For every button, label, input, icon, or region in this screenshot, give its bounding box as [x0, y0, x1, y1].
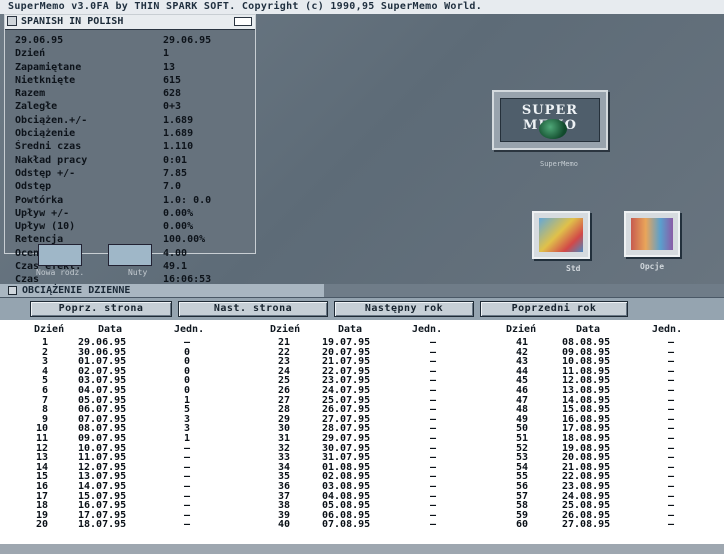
stat-row: Zaległe 0+3 [15, 100, 255, 113]
supermemo-logo: SUPER MEMO [492, 90, 608, 150]
prev-year-button[interactable]: Poprzedni rok [480, 301, 628, 317]
stat-value: 1.689 [163, 114, 194, 126]
header-day: Dzień [506, 324, 537, 335]
next-year-button[interactable]: Następny rok [334, 301, 474, 317]
stat-label: Nietknięte [15, 74, 76, 86]
stat-row: Razem 628 [15, 87, 255, 100]
stat-value: 100.00% [163, 234, 206, 246]
load-column: 21 19.07.95—22 20.07.95—23 21.07.95—24 22.07… [240, 338, 480, 530]
date-cell: 07.08.95 [322, 519, 371, 531]
stat-label: Powtórka [15, 194, 64, 206]
stat-label: Obciążen.+/- [15, 114, 88, 126]
stat-value: 0+3 [163, 101, 182, 113]
notes-label: Nuty [128, 268, 148, 277]
header-date: Data [338, 324, 363, 335]
stat-row: Nakład pracy 0:01 [15, 154, 255, 167]
load-row: 40 07.08.95 — [240, 520, 480, 530]
next-page-button[interactable]: Nast. strona [178, 301, 328, 317]
load-row: 60 27.08.95 — [478, 520, 718, 530]
stat-value: 4.00 [163, 247, 188, 259]
depth-gadget-icon[interactable] [234, 17, 252, 26]
stat-value: 7.0 [163, 181, 182, 193]
stat-value: 49.1 [163, 261, 188, 273]
std-label: Std [566, 264, 581, 273]
header-date: Data [576, 324, 601, 335]
options-icon[interactable] [624, 211, 680, 257]
stat-label: Obciążenie [15, 128, 76, 140]
stats-window: SPANISH IN POLISH 29.06.95 29.06.95 Dzień 1… [4, 14, 256, 285]
stat-row: 29.06.95 29.06.95 [15, 34, 255, 47]
date-cell: 18.07.95 [78, 519, 127, 531]
stat-label: Upływ +/- [15, 207, 70, 219]
stat-row: Upływ (10) 0.00% [15, 220, 255, 233]
stat-label: 29.06.95 [15, 35, 64, 46]
std-icon[interactable] [532, 211, 590, 259]
stat-row: Upływ +/- 0.00% [15, 207, 255, 220]
header-day: Dzień [34, 324, 65, 335]
units-cell: — [183, 519, 191, 531]
stat-row: Zapamiętane 13 [15, 61, 255, 74]
stat-label: Średni czas [15, 141, 82, 153]
day-number: 20 [35, 519, 48, 531]
daily-load-window: OBCIĄŻENIE DZIENNE Poprz. strona Nast. s… [0, 284, 724, 544]
stat-label: Nakład pracy [15, 154, 88, 166]
stat-label: Zaległe [15, 101, 58, 113]
stat-value: 7.85 [163, 167, 188, 179]
screen-title-bar[interactable]: SuperMemo v3.0FA by THIN SPARK SOFT. Cop… [0, 0, 724, 14]
stat-value: 1 [163, 48, 170, 60]
stat-value: 13 [163, 61, 176, 73]
button-bar: Poprz. strona Nast. strona Następny rok … [0, 298, 724, 320]
stat-label: Razem [15, 88, 46, 100]
close-gadget-icon[interactable] [7, 16, 17, 26]
stats-title-bar[interactable]: SPANISH IN POLISH [5, 15, 255, 30]
load-column: 41 08.08.95—42 09.08.95—43 10.08.95—44 11.08… [478, 338, 718, 530]
logo-caption: SuperMemo [540, 160, 578, 168]
stat-label: Upływ (10) [15, 221, 76, 233]
status-bar [0, 544, 724, 554]
stat-value: 628 [163, 88, 182, 100]
load-row: 20 18.07.95 — [0, 520, 240, 530]
header-day: Dzień [270, 324, 301, 335]
stat-value: 29.06.95 [163, 35, 212, 46]
stat-row: Średni czas 1.110 [15, 140, 255, 153]
header-units: Jedn. [174, 324, 205, 335]
stat-value: 1.689 [163, 128, 194, 140]
header-units: Jedn. [412, 324, 443, 335]
stat-row: Odstęp +/- 7.85 [15, 167, 255, 180]
stats-window-title: SPANISH IN POLISH [21, 16, 124, 27]
new-category-label: Nowa rodz. [36, 268, 85, 277]
stat-row: Powtórka 1.0: 0.0 [15, 194, 255, 207]
prev-page-button[interactable]: Poprz. strona [30, 301, 172, 317]
stat-value: 1.110 [163, 141, 194, 153]
notes-icon[interactable] [108, 244, 152, 266]
units-cell: — [667, 519, 675, 531]
stat-value: 0:01 [163, 154, 188, 166]
daily-load-title-bar[interactable]: OBCIĄŻENIE DZIENNE [0, 284, 724, 298]
stat-row: Odstęp 7.0 [15, 180, 255, 193]
load-column: 1 29.06.95—2 30.06.95 0 3 01.07.95 0 4 02.07.95 0… [0, 338, 240, 530]
stat-value: 1.0: 0.0 [163, 194, 212, 206]
stat-value: 615 [163, 74, 182, 86]
globe-icon [539, 119, 567, 139]
stat-value: 0.00% [163, 221, 194, 233]
close-gadget-icon[interactable] [8, 286, 17, 295]
stat-value: 0.00% [163, 207, 194, 219]
date-cell: 27.08.95 [562, 519, 611, 531]
daily-load-title: OBCIĄŻENIE DZIENNE [22, 285, 131, 296]
options-label: Opcje [640, 262, 665, 271]
stat-label: Dzień [15, 48, 46, 60]
header-date: Data [98, 324, 123, 335]
stat-label: Odstęp +/- [15, 167, 76, 179]
stat-label: Zapamiętane [15, 61, 82, 73]
units-cell: — [429, 519, 437, 531]
day-number: 40 [277, 519, 290, 531]
stat-label: Odstęp [15, 181, 52, 193]
stat-row: Obciążenie 1.689 [15, 127, 255, 140]
stat-row: Obciążen.+/- 1.689 [15, 114, 255, 127]
stat-row: Nietknięte 615 [15, 74, 255, 87]
new-category-icon[interactable] [38, 244, 82, 266]
header-units: Jedn. [652, 324, 683, 335]
stat-row: Dzień 1 [15, 47, 255, 60]
day-number: 60 [515, 519, 528, 531]
